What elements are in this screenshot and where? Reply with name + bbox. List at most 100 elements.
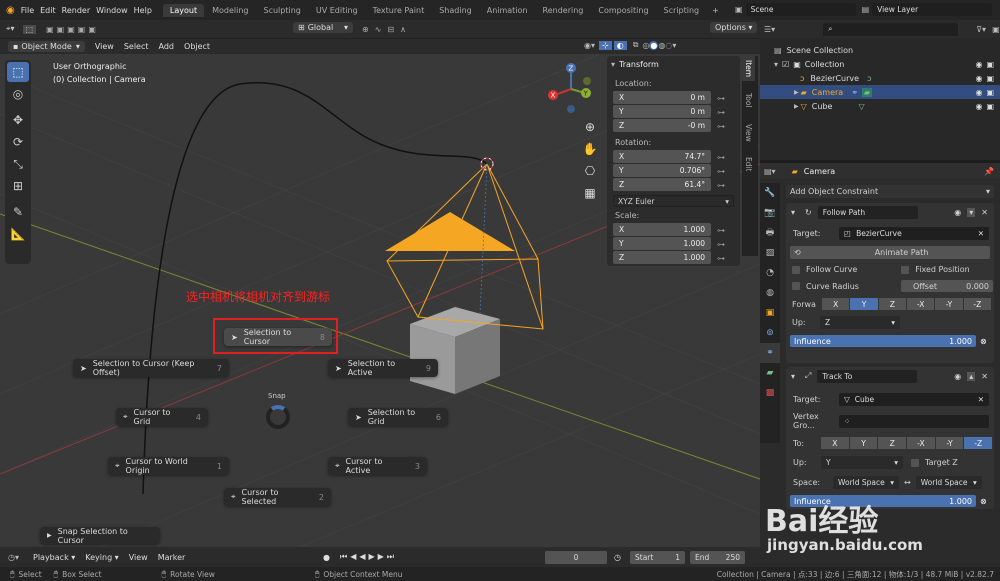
camera-render-icon[interactable]: ▣: [986, 102, 994, 111]
checkbox-icon[interactable]: ☑: [782, 60, 789, 69]
target-space-dropdown[interactable]: World Space ▾: [915, 476, 982, 489]
shading-rendered-icon[interactable]: ◌▾: [665, 41, 676, 50]
outliner-search-input[interactable]: ⌕: [823, 22, 959, 36]
forward-axis-neg-y[interactable]: -Y: [935, 298, 963, 310]
timeline-editor-icon[interactable]: ◷▾: [8, 553, 19, 562]
rotation-mode-dropdown[interactable]: XYZ Euler ▾: [613, 195, 734, 207]
physics-tab-icon[interactable]: ⊚: [760, 323, 780, 343]
eye-icon[interactable]: ◉: [954, 208, 961, 217]
menu-object[interactable]: Object: [184, 42, 210, 51]
to-axis-neg-z[interactable]: -Z: [964, 437, 993, 449]
forward-axis-z[interactable]: Z: [878, 298, 906, 310]
rotate-icon[interactable]: ⟳: [7, 132, 29, 152]
lock-icon[interactable]: ⊶: [717, 254, 725, 263]
cursor-tool-icon[interactable]: ◎: [7, 84, 29, 104]
view-layer-selector[interactable]: View Layer: [872, 3, 993, 16]
pie-cursor-to-grid[interactable]: ⌖ Cursor to Grid 4: [116, 408, 208, 426]
zoom-icon[interactable]: ⊕: [581, 120, 599, 142]
move-down-icon[interactable]: ▾: [967, 207, 976, 217]
menu-window[interactable]: Window: [96, 6, 128, 15]
camera-render-icon[interactable]: ▣: [986, 74, 994, 83]
close-icon[interactable]: ✕: [981, 208, 988, 217]
curve-radius-checkbox[interactable]: [792, 282, 800, 290]
tab-scripting[interactable]: Scripting: [657, 4, 707, 17]
tab-modeling[interactable]: Modeling: [205, 4, 255, 17]
outliner-scene-collection[interactable]: ▤ Scene Collection: [760, 43, 1000, 57]
lock-icon[interactable]: ⊶: [717, 153, 725, 162]
tab-shading[interactable]: Shading: [432, 4, 479, 17]
tab-layout[interactable]: Layout: [162, 3, 205, 17]
track-to-up-dropdown[interactable]: Y ▾: [821, 456, 903, 469]
world-tab-icon[interactable]: ◍: [760, 283, 780, 303]
follow-path-up-dropdown[interactable]: Z ▾: [820, 316, 900, 329]
pie-cursor-to-active[interactable]: ⌖ Cursor to Active 3: [328, 457, 427, 475]
follow-curve-checkbox[interactable]: [792, 265, 800, 274]
tab-compositing[interactable]: Compositing: [591, 4, 655, 17]
ortho-grid-icon[interactable]: ▦: [581, 186, 599, 208]
pie-selection-to-active[interactable]: ➤ Selection to Active 9: [328, 359, 438, 377]
mode-dropdown[interactable]: ▪ Object Mode ▾: [8, 41, 85, 52]
view-layer-icon[interactable]: ▤: [862, 5, 870, 14]
tab-item[interactable]: Item: [742, 56, 755, 82]
close-circle-icon[interactable]: ⊗: [980, 497, 987, 506]
eye-icon[interactable]: ◉: [975, 74, 982, 83]
tab-uv-editing[interactable]: UV Editing: [309, 4, 365, 17]
measure-icon[interactable]: 📐: [7, 224, 29, 244]
annotate-icon[interactable]: ✎: [7, 202, 29, 222]
render-tab-icon[interactable]: 📷: [760, 203, 780, 223]
filter-icon[interactable]: ⊽▾: [976, 25, 986, 34]
lock-icon[interactable]: ⊶: [717, 108, 725, 117]
select-tool-icon[interactable]: ⬚: [22, 24, 37, 34]
rotation-z-field[interactable]: Z 61.4°: [613, 178, 711, 191]
fixed-position-checkbox[interactable]: [901, 265, 910, 274]
tab-sculpting[interactable]: Sculpting: [257, 4, 308, 17]
outliner-item-camera[interactable]: ▶ ▰ Camera ⚭ ▰ ◉ ▣: [760, 85, 1000, 99]
clear-icon[interactable]: ✕: [978, 229, 984, 238]
tab-view[interactable]: View: [742, 120, 755, 146]
move-up-icon[interactable]: ▴: [967, 371, 976, 381]
pie-selection-to-grid[interactable]: ➤ Selection to Grid 6: [348, 408, 448, 426]
close-circle-icon[interactable]: ⊗: [980, 337, 987, 346]
lock-icon[interactable]: ⊶: [717, 94, 725, 103]
shading-material-icon[interactable]: ◍: [658, 41, 665, 50]
clock-icon[interactable]: ◷: [614, 553, 621, 562]
tab-edit[interactable]: Edit: [742, 153, 755, 176]
tab-texture-paint[interactable]: Texture Paint: [366, 4, 432, 17]
xray-icon[interactable]: ⧉: [633, 40, 639, 50]
shading-wireframe-icon[interactable]: ◎: [642, 41, 649, 50]
close-icon[interactable]: ✕: [981, 372, 988, 381]
end-frame-field[interactable]: End 250: [690, 551, 745, 564]
to-axis-neg-x[interactable]: -X: [907, 437, 935, 449]
forward-axis-x[interactable]: X: [822, 298, 850, 310]
to-axis-x[interactable]: X: [821, 437, 849, 449]
playback-controls-icons[interactable]: ⏮◀◀▶▶⏭: [340, 552, 397, 562]
transform-icon[interactable]: ⊞: [7, 176, 29, 196]
rotation-y-field[interactable]: Y 0.706°: [613, 164, 711, 177]
view-layer-tab-icon[interactable]: ▨: [760, 243, 780, 263]
tab-tool[interactable]: Tool: [742, 89, 755, 112]
location-y-field[interactable]: Y0 m: [613, 105, 711, 118]
rotation-x-field[interactable]: X 74.7°: [613, 150, 711, 163]
follow-path-influence-slider[interactable]: Influence 1.000: [790, 335, 976, 347]
new-collection-icon[interactable]: ▣: [992, 25, 1000, 34]
lock-icon[interactable]: ⊶: [717, 181, 725, 190]
lock-icon[interactable]: ⊶: [717, 167, 725, 176]
menu-marker[interactable]: Marker: [158, 553, 186, 562]
animate-path-button[interactable]: ⟲ Animate Path: [790, 246, 990, 259]
tool-tab-icon[interactable]: 🔧: [760, 183, 780, 203]
to-axis-y[interactable]: Y: [849, 437, 878, 449]
outliner-editor-icon[interactable]: ☰▾: [764, 25, 775, 34]
visibility-icon[interactable]: ◉▾: [584, 41, 595, 50]
add-workspace-icon[interactable]: +: [712, 6, 719, 15]
orientation-dropdown[interactable]: ⊞ Global ▾: [293, 22, 353, 33]
options-button[interactable]: Options ▾: [710, 22, 758, 33]
location-x-field[interactable]: X0 m: [613, 91, 711, 104]
gizmo-icon[interactable]: ⊹: [599, 40, 612, 50]
pivot-icons[interactable]: ⊕∿⊟∧: [362, 25, 412, 34]
menu-playback[interactable]: Playback ▾: [33, 553, 75, 562]
pan-hand-icon[interactable]: ✋: [581, 142, 599, 164]
menu-keying[interactable]: Keying ▾: [85, 553, 118, 562]
clear-icon[interactable]: ✕: [978, 395, 984, 404]
menu-select[interactable]: Select: [124, 42, 149, 51]
to-axis-z[interactable]: Z: [878, 437, 907, 449]
